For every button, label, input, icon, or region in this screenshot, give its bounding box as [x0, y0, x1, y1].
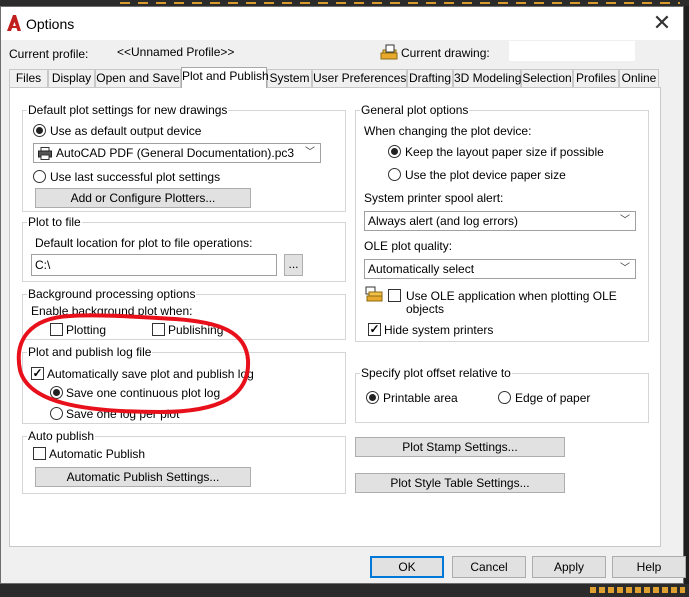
auto-save-log-label[interactable]: Automatically save plot and publish log — [47, 367, 254, 381]
hide-system-printers-checkbox[interactable]: ✓ — [368, 323, 381, 336]
hide-system-printers-label[interactable]: Hide system printers — [384, 323, 493, 337]
add-configure-plotters-button[interactable]: Add or Configure Plotters... — [35, 188, 251, 208]
edge-of-paper-label[interactable]: Edge of paper — [515, 391, 590, 405]
tab-online[interactable]: Online — [619, 69, 659, 87]
background-processing-title: Background processing options — [27, 287, 197, 301]
drawing-file-icon — [380, 44, 398, 60]
background-processing-group: Background processing options Enable bac… — [22, 287, 346, 340]
background-publishing-checkbox[interactable] — [152, 323, 165, 336]
automatic-publish-settings-button[interactable]: Automatic Publish Settings... — [35, 467, 251, 487]
enable-background-plot-label: Enable background plot when: — [31, 304, 193, 318]
options-dialog: Options ✕ Current profile: <<Unnamed Pro… — [0, 6, 686, 584]
current-drawing-value — [509, 41, 635, 61]
use-last-plot-settings-radio[interactable] — [33, 170, 46, 183]
autocad-logo-icon — [7, 15, 21, 31]
one-log-per-plot-radio[interactable] — [50, 407, 63, 420]
cancel-button[interactable]: Cancel — [452, 556, 526, 578]
automatic-publish-label[interactable]: Automatic Publish — [49, 447, 145, 461]
tab-system[interactable]: System — [267, 69, 312, 87]
ole-quality-select[interactable]: Automatically select ﹀ — [364, 259, 636, 279]
spool-alert-select[interactable]: Always alert (and log errors) ﹀ — [364, 211, 636, 231]
plot-to-file-title: Plot to file — [27, 215, 82, 229]
current-profile-value: <<Unnamed Profile>> — [117, 45, 235, 59]
default-plot-settings-group: Default plot settings for new drawings U… — [22, 103, 346, 212]
use-ole-application-label-line2[interactable]: objects — [406, 302, 444, 316]
tab-drafting[interactable]: Drafting — [407, 69, 453, 87]
use-device-paper-radio[interactable] — [388, 168, 401, 181]
general-plot-options-title: General plot options — [360, 103, 470, 117]
auto-publish-group: Auto publish Automatic Publish Automatic… — [22, 429, 346, 494]
ole-object-icon — [365, 286, 383, 302]
default-plot-settings-title: Default plot settings for new drawings — [27, 103, 229, 117]
spool-alert-label: System printer spool alert: — [364, 191, 504, 205]
help-button[interactable]: Help — [612, 556, 686, 578]
background-plotting-checkbox[interactable] — [50, 323, 63, 336]
tab-open-and-save[interactable]: Open and Save — [95, 69, 181, 87]
one-log-per-plot-label[interactable]: Save one log per plot — [66, 407, 179, 421]
output-device-select[interactable]: AutoCAD PDF (General Documentation).pc3 … — [33, 143, 321, 163]
printable-area-label[interactable]: Printable area — [383, 391, 458, 405]
plot-style-table-settings-button[interactable]: Plot Style Table Settings... — [355, 473, 565, 493]
plot-publish-log-group: Plot and publish log file ✓ Automaticall… — [22, 345, 346, 424]
close-icon[interactable]: ✕ — [647, 9, 677, 37]
tab-profiles[interactable]: Profiles — [573, 69, 619, 87]
use-ole-application-checkbox[interactable] — [388, 289, 401, 302]
title-bar[interactable]: Options ✕ — [1, 7, 683, 40]
printer-icon — [38, 147, 52, 160]
plot-to-file-location-label: Default location for plot to file operat… — [35, 236, 253, 250]
background-strip-bottom — [0, 584, 689, 597]
tab-content-panel: Default plot settings for new drawings U… — [9, 87, 661, 547]
tab-display[interactable]: Display — [48, 69, 95, 87]
current-profile-label: Current profile: — [9, 47, 89, 61]
use-default-device-label[interactable]: Use as default output device — [50, 124, 201, 138]
ole-quality-label: OLE plot quality: — [364, 239, 453, 253]
chevron-down-icon: ﹀ — [305, 147, 315, 158]
chevron-down-icon: ﹀ — [620, 215, 630, 226]
tab-user-preferences[interactable]: User Preferences — [312, 69, 407, 87]
automatic-publish-checkbox[interactable] — [33, 447, 46, 460]
tab-files[interactable]: Files — [9, 69, 48, 87]
plot-to-file-group: Plot to file Default location for plot t… — [22, 215, 346, 282]
use-last-plot-settings-label[interactable]: Use last successful plot settings — [50, 170, 220, 184]
changing-device-label: When changing the plot device: — [364, 124, 532, 138]
plot-publish-log-title: Plot and publish log file — [27, 345, 153, 359]
general-plot-options-group: General plot options When changing the p… — [355, 103, 649, 342]
tab-3d-modeling[interactable]: 3D Modeling — [453, 69, 521, 87]
auto-publish-title: Auto publish — [27, 429, 96, 443]
keep-layout-paper-label[interactable]: Keep the layout paper size if possible — [405, 145, 604, 159]
plot-stamp-settings-button[interactable]: Plot Stamp Settings... — [355, 437, 565, 457]
current-drawing-label: Current drawing: — [401, 46, 490, 60]
plot-offset-title: Specify plot offset relative to — [360, 366, 512, 380]
ole-quality-value: Automatically select — [368, 262, 475, 276]
continuous-log-label[interactable]: Save one continuous plot log — [66, 386, 220, 400]
keep-layout-paper-radio[interactable] — [388, 145, 401, 158]
plot-offset-group: Specify plot offset relative to Printabl… — [355, 366, 649, 423]
ok-button[interactable]: OK — [370, 556, 444, 578]
edge-of-paper-radio[interactable] — [498, 391, 511, 404]
background-plotting-label[interactable]: Plotting — [66, 323, 106, 337]
plot-to-file-location-input[interactable]: C:\ — [31, 254, 277, 276]
printable-area-radio[interactable] — [366, 391, 379, 404]
window-title: Options — [26, 16, 75, 32]
tab-plot-and-publish[interactable]: Plot and Publish — [181, 67, 269, 88]
dialog-footer: OK Cancel Apply Help — [1, 547, 686, 583]
tab-selection[interactable]: Selection — [521, 69, 573, 87]
background-publishing-label[interactable]: Publishing — [168, 323, 223, 337]
apply-button[interactable]: Apply — [532, 556, 606, 578]
browse-location-button[interactable]: ... — [284, 254, 303, 276]
auto-save-log-checkbox[interactable]: ✓ — [31, 367, 44, 380]
spool-alert-value: Always alert (and log errors) — [368, 214, 519, 228]
use-ole-application-label[interactable]: Use OLE application when plotting OLE — [406, 289, 617, 303]
output-device-value: AutoCAD PDF (General Documentation).pc3 — [56, 146, 295, 160]
chevron-down-icon: ﹀ — [620, 263, 630, 274]
use-device-paper-label[interactable]: Use the plot device paper size — [405, 168, 566, 182]
use-default-device-radio[interactable] — [33, 124, 46, 137]
continuous-log-radio[interactable] — [50, 386, 63, 399]
